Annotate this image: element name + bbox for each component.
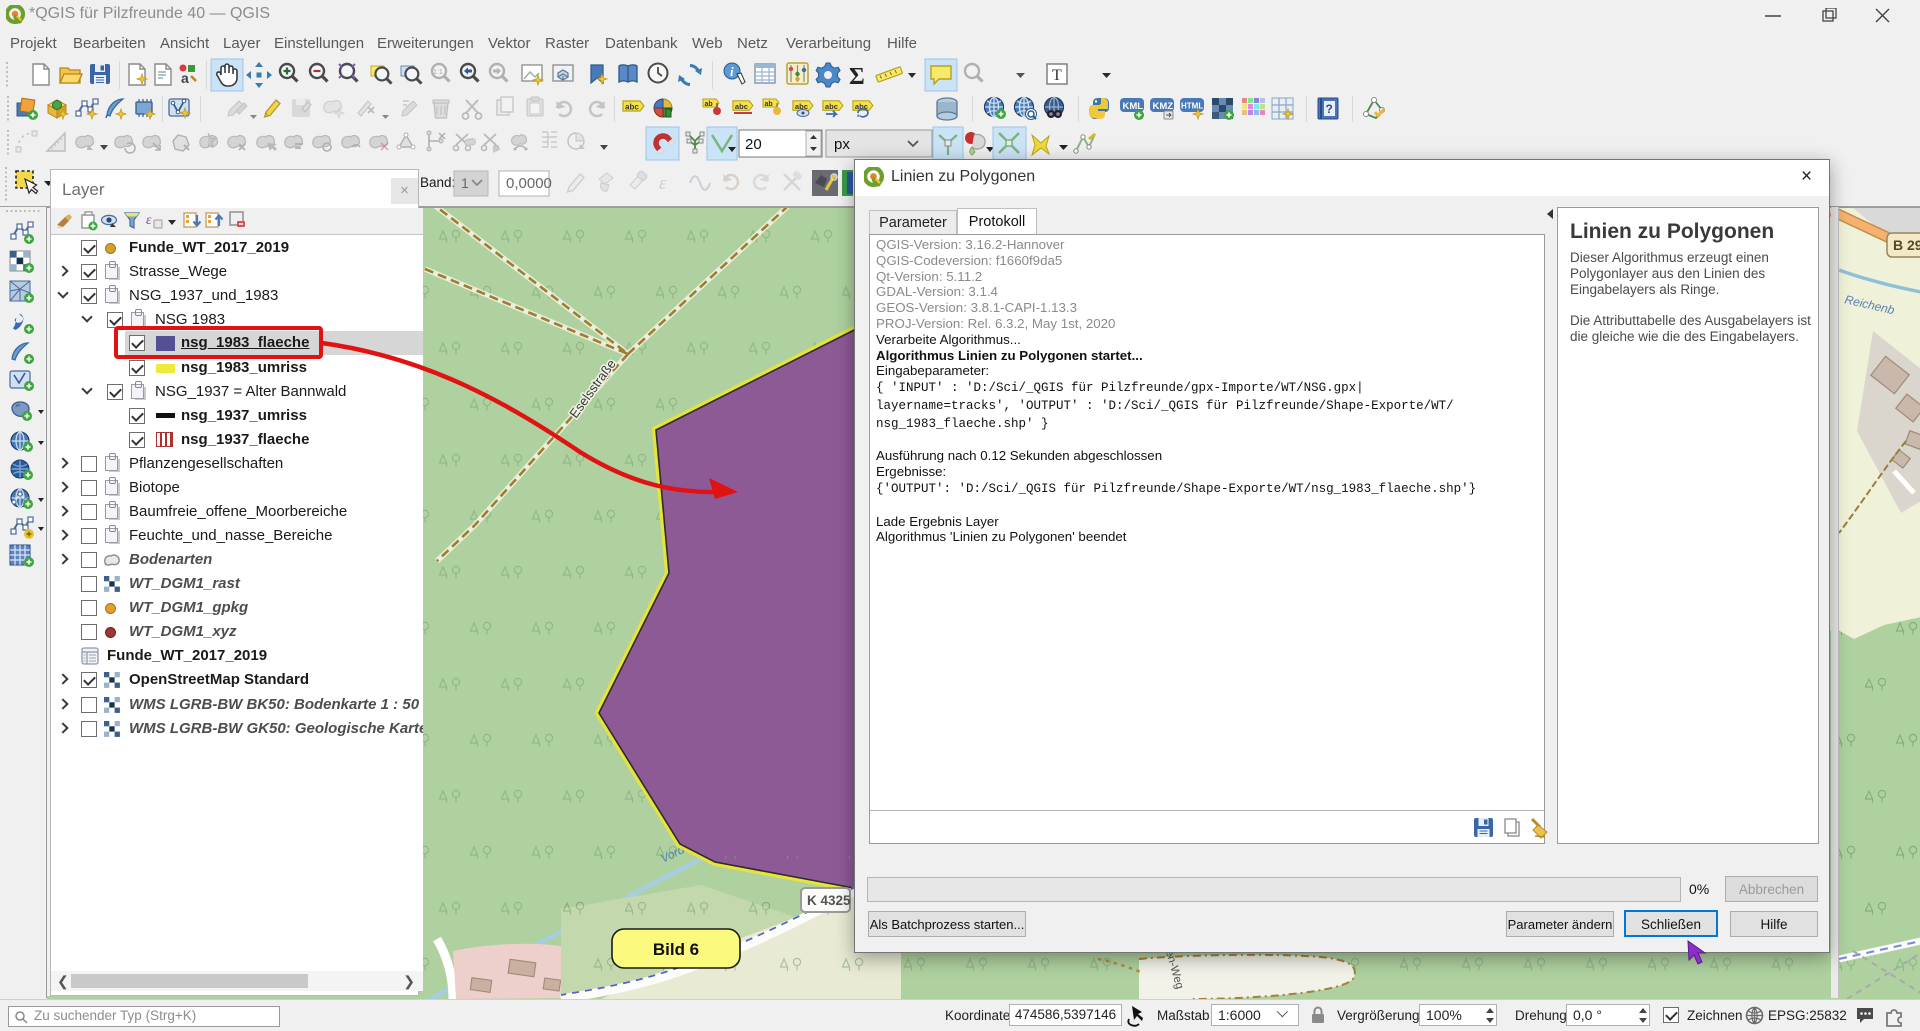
svg-text:Band:: Band: bbox=[420, 175, 455, 190]
svg-text:i: i bbox=[730, 64, 734, 79]
svg-text:B 29: B 29 bbox=[1893, 237, 1920, 253]
svg-text:0,0000: 0,0000 bbox=[506, 175, 552, 192]
svg-text:HTML: HTML bbox=[1181, 102, 1203, 111]
svg-text:KMZ: KMZ bbox=[1153, 101, 1174, 112]
svg-text:T: T bbox=[1052, 67, 1062, 84]
svg-text:ε: ε bbox=[659, 173, 667, 194]
svg-text:20: 20 bbox=[745, 136, 762, 153]
svg-text:px: px bbox=[834, 136, 850, 153]
svg-text:?: ? bbox=[1326, 102, 1333, 116]
svg-text:1: 1 bbox=[461, 175, 469, 191]
svg-text:ab: ab bbox=[705, 101, 713, 108]
svg-text:K 4325: K 4325 bbox=[807, 893, 851, 908]
svg-text:Σ: Σ bbox=[849, 64, 865, 90]
svg-text:ε: ε bbox=[146, 213, 152, 228]
svg-text:1:1: 1:1 bbox=[433, 69, 443, 76]
svg-text:Bild 6: Bild 6 bbox=[653, 940, 699, 959]
svg-text:a: a bbox=[181, 70, 189, 86]
svg-text:ab: ab bbox=[765, 101, 773, 108]
